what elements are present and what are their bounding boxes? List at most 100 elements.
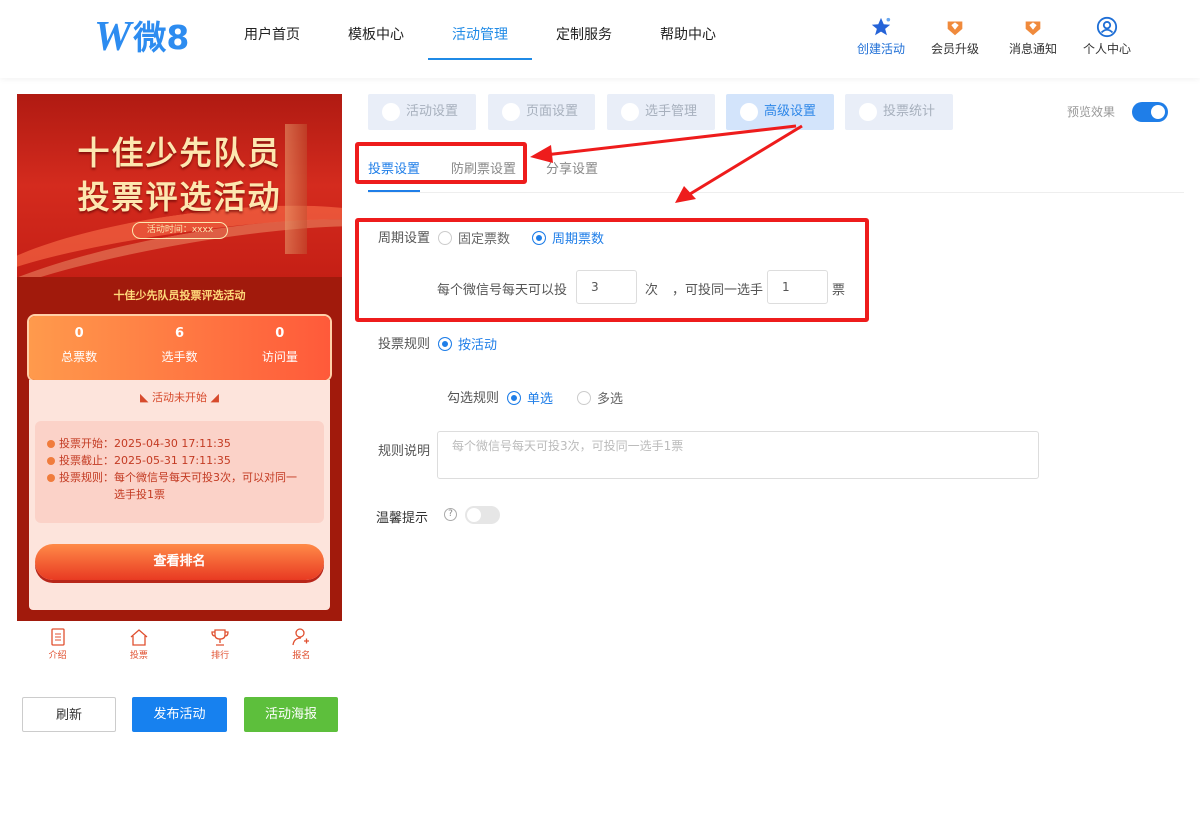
trumpet-icon: ◢ — [207, 391, 219, 404]
subtab-label: 高级设置 — [764, 104, 817, 119]
rule-desc-label: 规则说明 — [378, 444, 431, 459]
nav-help[interactable]: 帮助中心 — [636, 0, 740, 60]
radio-by-activity[interactable]: 按活动 — [438, 334, 497, 353]
rule-desc-textarea[interactable]: 每个微信号每天可投3次，可投同一选手1票 — [437, 431, 1039, 479]
stat-label: 访问量 — [261, 350, 298, 364]
subtab-advanced-settings[interactable]: 高级设置 — [726, 94, 834, 130]
info-key: 投票规则： — [59, 471, 114, 484]
tab-intro-label: 介绍 — [48, 651, 67, 661]
radio-multi-select[interactable]: 多选 — [577, 388, 623, 407]
warm-tip-label: 温馨提示 — [376, 511, 429, 526]
daily-votes-unit: 次 — [645, 283, 659, 298]
subtab-activity-settings[interactable]: 活动设置 — [368, 94, 476, 130]
subtab-label: 选手管理 — [645, 104, 698, 119]
banner-time: 活动时间：xxxx — [132, 222, 228, 239]
stat-value: 0 — [74, 326, 84, 341]
preview-label: 预览效果 — [1067, 105, 1116, 119]
tab-signup-label: 报名 — [292, 651, 311, 661]
stats-panel: 0 总票数 6 选手数 0 访问量 — [29, 316, 330, 380]
tab-anti-fraud-settings[interactable]: 防刷票设置 — [451, 158, 516, 177]
crown-badge-icon — [947, 21, 963, 36]
user-icon — [621, 102, 639, 121]
info-row: 投票开始： 2025-04-30 17:11:35 — [47, 435, 324, 452]
tab-ranking-label: 排行 — [211, 651, 230, 661]
tab-intro[interactable]: 介绍 — [17, 621, 98, 669]
page-icon — [502, 102, 520, 121]
user-circle-icon — [1096, 16, 1118, 38]
activity-card: ◣ 活动未开始 ◢ 投票开始： 2025-04-30 17:11:35 投票截止：… — [29, 380, 330, 610]
activity-subtitle: 十佳少先队员投票评选活动 — [113, 289, 246, 302]
refresh-button[interactable]: 刷新 — [22, 697, 116, 732]
activity-info: 投票开始： 2025-04-30 17:11:35 投票截止： 2025-05-31… — [35, 421, 324, 523]
stat-label: 总票数 — [61, 350, 98, 364]
subtab-page-settings[interactable]: 页面设置 — [488, 94, 595, 130]
activity-status: ◣ 活动未开始 ◢ — [29, 389, 330, 405]
phone-tabbar: 介绍 投票 排行 报名 — [17, 621, 342, 669]
stat-value: 0 — [275, 326, 285, 341]
stat-visits: 0 访问量 — [230, 316, 330, 380]
dot-icon — [47, 474, 55, 482]
chart-icon — [859, 102, 877, 121]
member-upgrade-button[interactable]: 会员升级 — [925, 16, 985, 57]
nav-custom-service[interactable]: 定制服务 — [532, 0, 636, 60]
period-setting-label: 周期设置 — [378, 231, 431, 246]
same-contestant-unit: 票 — [832, 283, 846, 298]
nav-activity-manage[interactable]: 活动管理 — [428, 0, 532, 60]
message-notify-label: 消息通知 — [1008, 42, 1057, 56]
nav-templates[interactable]: 模板中心 — [324, 0, 428, 60]
dot-icon — [47, 457, 55, 465]
tab-vote-settings[interactable]: 投票设置 — [368, 158, 421, 192]
warm-tip-toggle[interactable] — [465, 506, 500, 524]
phone-preview: 十佳少先队员 投票评选活动 活动时间：xxxx 十佳少先队员投票评选活动 0 总票… — [17, 94, 342, 621]
tab-vote[interactable]: 投票 — [98, 621, 179, 669]
trophy-icon — [211, 629, 229, 646]
content-tabs: 投票设置 防刷票设置 分享设置 — [368, 150, 1184, 193]
daily-votes-text: 每个微信号每天可以投 — [437, 283, 568, 298]
info-value: 2025-05-31 17:11:35 — [114, 454, 231, 467]
bell-badge-icon — [1025, 21, 1041, 36]
publish-activity-button[interactable]: 发布活动 — [132, 697, 227, 732]
settings-icon — [382, 102, 400, 121]
create-activity-label: 创建活动 — [856, 42, 905, 56]
radio-cycle-votes[interactable]: 周期票数 — [532, 228, 604, 247]
create-activity-button[interactable]: 创建活动 — [851, 16, 911, 57]
logo-w: W — [94, 14, 132, 60]
subtab-contestant-manage[interactable]: 选手管理 — [607, 94, 715, 130]
logo-text: 微8 — [133, 18, 190, 57]
help-icon[interactable]: ? — [444, 508, 457, 521]
subtab-label: 页面设置 — [526, 104, 579, 119]
message-notify-button[interactable]: 消息通知 — [1003, 16, 1063, 57]
nav-home[interactable]: 用户首页 — [220, 0, 324, 60]
tab-vote-label: 投票 — [129, 651, 148, 661]
subtab-label: 活动设置 — [406, 104, 459, 119]
profile-label: 个人中心 — [1082, 42, 1131, 56]
document-icon — [50, 628, 65, 646]
info-row: 投票规则： 每个微信号每天可投3次，可以对同一选手投1票 — [47, 469, 324, 503]
logo[interactable]: W 微8 — [94, 16, 189, 58]
same-contestant-text: ，可投同一选手 — [672, 283, 764, 298]
tab-signup[interactable]: 报名 — [261, 621, 342, 669]
tab-ranking[interactable]: 排行 — [180, 621, 261, 669]
trumpet-icon: ◣ — [140, 391, 152, 404]
info-key: 投票开始： — [59, 437, 114, 450]
banner-title-line1: 十佳少先队员 — [77, 134, 282, 172]
dot-icon — [47, 440, 55, 448]
same-contestant-input[interactable]: 1 — [767, 270, 828, 304]
select-rule-label: 勾选规则 — [447, 391, 500, 406]
subtab-vote-stats[interactable]: 投票统计 — [845, 94, 953, 130]
subtab-label: 投票统计 — [883, 104, 936, 119]
radio-fixed-votes[interactable]: 固定票数 — [438, 228, 510, 247]
stat-value: 6 — [174, 326, 185, 341]
profile-button[interactable]: 个人中心 — [1077, 16, 1137, 57]
view-ranking-button[interactable]: 查看排名 — [35, 544, 324, 580]
member-upgrade-label: 会员升级 — [930, 42, 979, 56]
stat-label: 选手数 — [161, 350, 198, 364]
banner-image: 十佳少先队员 投票评选活动 活动时间：xxxx — [17, 94, 342, 277]
activity-status-text: 活动未开始 — [152, 391, 207, 404]
user-add-icon — [292, 628, 310, 646]
daily-votes-input[interactable]: 3 — [576, 270, 637, 304]
tab-share-settings[interactable]: 分享设置 — [546, 158, 598, 177]
activity-poster-button[interactable]: 活动海报 — [244, 697, 338, 732]
radio-single-select[interactable]: 单选 — [507, 388, 553, 407]
preview-toggle[interactable] — [1132, 102, 1168, 122]
